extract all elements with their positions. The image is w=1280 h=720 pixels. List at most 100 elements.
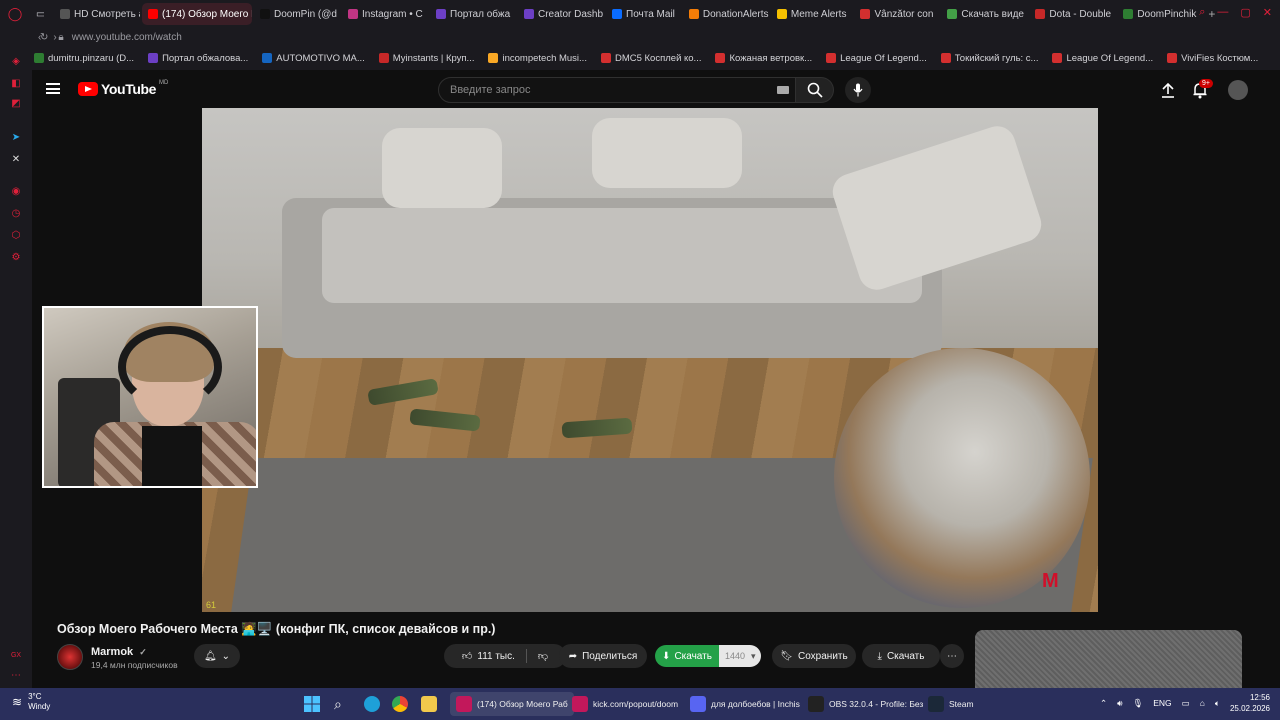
sidebar-player-icon[interactable]: ◉ [10, 186, 22, 198]
more-actions-button[interactable]: ⋯ [940, 644, 964, 668]
bookmark-item[interactable]: DMC5 Косплей ко... [600, 52, 702, 64]
extensions-icon[interactable]: ⬡ [10, 230, 22, 242]
extension-download-button[interactable]: ⬇ Скачать [655, 645, 719, 667]
clock[interactable]: 12:56 25.02.2026 [1230, 692, 1270, 714]
browser-tab[interactable]: Meme Alerts [771, 3, 853, 25]
voice-search-button[interactable] [845, 77, 871, 103]
clock-time: 12:56 [1249, 693, 1270, 702]
bookmark-label: incompetech Musi... [502, 52, 587, 64]
sidebar-flow-icon[interactable]: ◈ [10, 56, 22, 68]
taskbar-app-label: (174) Обзор Моего Раб [477, 699, 568, 709]
telegram-icon[interactable]: ➤ [10, 132, 22, 144]
network-icon[interactable]: ⌂ [1200, 698, 1205, 708]
browser-tab[interactable]: HD Смотреть аниме [54, 3, 140, 25]
bookmark-item[interactable]: dumitru.pinzaru (D... [34, 53, 134, 64]
taskbar-app[interactable]: для долбоебов | Inchis [690, 692, 800, 716]
bookmark-item[interactable]: Myinstants | Круп... [378, 53, 474, 64]
search-button[interactable] [796, 77, 834, 103]
speaker-icon[interactable]: 🔈︎ [1215, 698, 1220, 709]
sidebar-messenger-icon[interactable]: ◧ [10, 78, 22, 90]
tab-list-icon[interactable]: ▭ [36, 3, 44, 25]
gx-icon[interactable]: GX [10, 650, 22, 662]
forward-icon[interactable]: › [53, 32, 56, 43]
language-indicator[interactable]: ENG [1153, 698, 1171, 708]
taskbar-app[interactable]: kick.com/popout/doom [572, 692, 678, 716]
channel-watermark-icon[interactable]: M [1042, 570, 1059, 593]
browser-tab[interactable]: Vânzător con [854, 3, 939, 25]
taskbar-app[interactable]: OBS 32.0.4 - Profile: Без [808, 692, 923, 716]
bookmark-label: Кожаная ветровк... [729, 52, 813, 64]
history-icon[interactable]: ◷ [10, 208, 22, 220]
tray-chevron-up-icon[interactable]: ⌃ [1100, 698, 1107, 709]
account-avatar[interactable] [1228, 80, 1248, 100]
tab-label: DoomPinchik [1137, 8, 1197, 20]
channel-name[interactable]: Marmok ✓ [91, 646, 147, 658]
search-input[interactable]: Введите запрос [438, 77, 796, 103]
channel-avatar[interactable] [57, 644, 83, 670]
video-scene-pillow [382, 128, 502, 208]
browser-tab[interactable]: Dota - Double [1029, 3, 1115, 25]
weather-widget[interactable]: ≋ 3°C Windy [12, 692, 50, 712]
browser-tab[interactable]: DonationAlerts [683, 3, 769, 25]
x-twitter-icon[interactable]: ✕ [10, 154, 22, 166]
like-button[interactable]: 👍︎ 111 тыс. [461, 650, 515, 663]
opera-sidebar: ◈ ◧ ◩ ➤ ✕ ◉ ◷ ⬡ ⚙ GX ⋯ [0, 46, 32, 688]
minimize-icon[interactable]: — [1217, 6, 1228, 19]
browser-tab[interactable]: Instagram • С [342, 3, 428, 25]
resolution-select[interactable]: 1440 ▾ [719, 645, 761, 667]
bookmark-item[interactable]: Портал обжалова... [148, 53, 248, 64]
tab-favicon-icon [348, 9, 358, 19]
bookmark-item[interactable]: incompetech Musi... [488, 52, 587, 64]
video-scene-sofa-seat [322, 208, 922, 303]
save-button[interactable]: 🔖︎ Сохранить [772, 644, 856, 668]
settings-gear-icon[interactable]: ⚙ [10, 252, 22, 264]
thumbs-up-icon: 👍︎ [461, 651, 473, 662]
bookmark-item[interactable]: ViviFies Костюм... [1167, 53, 1258, 64]
display-icon[interactable]: ▭ [1182, 698, 1190, 709]
sidebar-music-icon[interactable]: ◩ [10, 98, 22, 110]
bookmark-item[interactable]: League Of Legend... [1052, 53, 1153, 64]
tab-label: Скачать виде [961, 8, 1024, 20]
video-player[interactable]: 61 [202, 108, 1098, 612]
bookmark-item[interactable]: Кожаная ветровк... [715, 53, 812, 64]
chrome-icon[interactable] [392, 692, 408, 716]
search-tabs-icon[interactable]: ⌕ [1199, 6, 1205, 19]
taskbar-app[interactable]: Steam [928, 692, 974, 716]
keyboard-icon[interactable] [777, 86, 789, 94]
bookmark-item[interactable]: Токийский гуль: с... [940, 53, 1038, 64]
share-button[interactable]: ➦ Поделиться [559, 644, 647, 668]
menu-icon[interactable] [46, 83, 60, 94]
volume-icon[interactable]: 🔊︎ [1117, 698, 1122, 709]
taskbar-app-icon [690, 696, 706, 712]
bookmark-label: DMC5 Косплей ко... [614, 52, 702, 64]
taskbar-search-icon[interactable]: ⌕ [334, 692, 342, 716]
browser-tab[interactable]: Скачать виде [941, 3, 1027, 25]
mic-tray-icon[interactable]: 🎙︎ [1132, 698, 1143, 709]
upload-icon[interactable] [1160, 81, 1176, 99]
browser-tab[interactable]: DoomPin (@d [254, 3, 340, 25]
browser-tab[interactable]: Creator Dashb [518, 3, 604, 25]
bookmark-item[interactable]: League Of Legend... [826, 53, 927, 64]
url-field[interactable]: www.youtube.com/watch [72, 32, 182, 43]
start-button[interactable] [304, 692, 320, 716]
edge-icon[interactable] [364, 692, 380, 716]
close-window-icon[interactable]: ✕ [1263, 6, 1272, 19]
youtube-logo[interactable]: YouTube MD [78, 80, 168, 97]
taskbar-app-icon [808, 696, 824, 712]
sidebar-more-icon[interactable]: ⋯ [10, 670, 22, 682]
file-explorer-icon[interactable] [421, 692, 437, 716]
maximize-icon[interactable]: ▢ [1240, 6, 1250, 19]
browser-tab[interactable]: (174) Обзор Моего Р [142, 3, 252, 25]
taskbar-app[interactable]: (174) Обзор Моего Раб [450, 692, 574, 716]
opera-logo-icon[interactable]: ◯ [0, 0, 30, 28]
dislike-button[interactable]: 👎︎ [538, 650, 548, 662]
download-button[interactable]: ⤓ Скачать [862, 644, 940, 668]
reload-icon[interactable]: ↻ [40, 32, 48, 43]
browser-tab[interactable]: DoomPinchik [1117, 3, 1202, 25]
bookmark-label: AUTOMOTIVO MA... [276, 52, 365, 64]
browser-tab[interactable]: Портал обжа [430, 3, 516, 25]
video-inset-vr-view [834, 348, 1090, 608]
bookmark-item[interactable]: AUTOMOTIVO MA... [262, 53, 365, 64]
subscription-bell-button[interactable]: 🔔︎ ⌄ [194, 644, 240, 668]
browser-tab[interactable]: Почта Mail [606, 3, 681, 25]
